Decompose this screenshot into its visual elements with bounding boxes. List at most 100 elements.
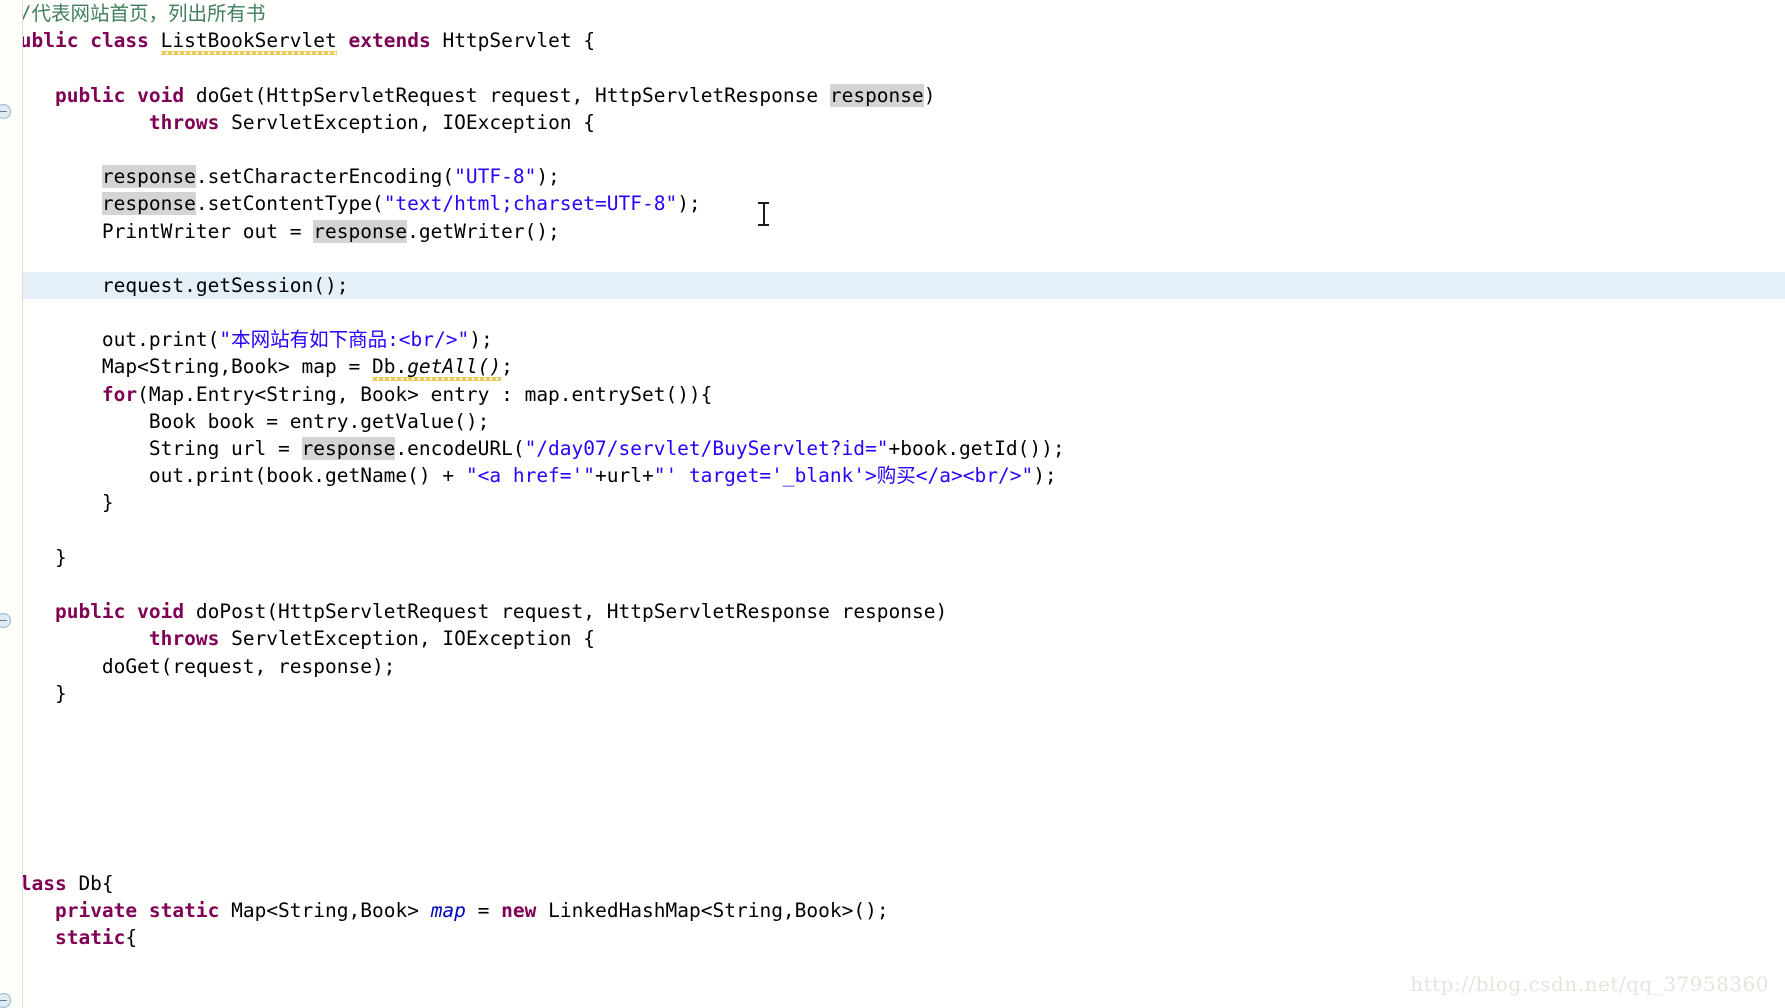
code-token: static <box>54 926 126 950</box>
code-line[interactable]: response.setCharacterEncoding("UTF-8"); <box>0 163 1785 190</box>
code-token: public <box>54 83 126 107</box>
code-line[interactable]: out.print("本网站有如下商品:<br/>"); <box>0 326 1785 353</box>
code-token: .setCharacterEncoding( <box>195 165 455 189</box>
code-line[interactable]: } <box>0 761 1785 788</box>
code-line[interactable]: private static Map<String,Book> map = ne… <box>0 897 1785 924</box>
code-token: "<a href='" <box>465 464 596 488</box>
code-line[interactable] <box>0 136 1785 163</box>
code-line[interactable]: public class ListBookServlet extends Htt… <box>0 27 1785 54</box>
code-token: "本网站有如下商品:<br/>" <box>219 328 470 352</box>
code-line[interactable]: //代表网站首页，列出所有书 <box>0 0 1785 27</box>
code-token: public <box>54 600 126 624</box>
code-token: //代表网站首页，列出所有书 <box>8 2 266 25</box>
fold-marker-dopost[interactable] <box>0 613 11 628</box>
code-line[interactable] <box>0 788 1785 815</box>
folding-gutter[interactable] <box>0 0 23 1008</box>
code-token: doGet(request, response); <box>8 654 396 678</box>
code-token: doPost(HttpServletRequest request, HttpS… <box>184 600 948 624</box>
warning-token: getAll() <box>407 355 502 381</box>
code-line[interactable]: } <box>0 489 1785 516</box>
code-token: out.print( <box>8 328 220 352</box>
code-token: LinkedHashMap<String,Book>(); <box>536 899 889 923</box>
code-line[interactable]: for(Map.Entry<String, Book> entry : map.… <box>0 381 1785 408</box>
code-token: map <box>430 899 466 923</box>
code-token: doGet(HttpServletRequest request, HttpSe… <box>184 83 830 107</box>
occurrence-highlight: response <box>313 219 408 243</box>
code-token: "text/html;charset=UTF-8" <box>383 192 678 216</box>
code-token: ); <box>677 192 701 216</box>
code-line[interactable]: throws ServletException, IOException { <box>0 625 1785 652</box>
warning-token: Db. <box>371 355 408 381</box>
code-token: private <box>54 899 138 923</box>
code-line[interactable]: class Db{ <box>0 870 1785 897</box>
code-token: } <box>8 491 114 515</box>
code-token: void <box>137 83 185 107</box>
code-token: +book.getId()); <box>888 437 1065 460</box>
code-line[interactable] <box>0 517 1785 544</box>
code-line[interactable]: throws ServletException, IOException { <box>0 109 1785 136</box>
code-line-current[interactable]: request.getSession(); <box>0 271 1785 300</box>
code-line[interactable] <box>0 843 1785 870</box>
code-token: new <box>501 899 537 923</box>
code-token: ) <box>923 83 936 107</box>
code-line[interactable] <box>0 299 1785 326</box>
code-token: static <box>148 899 220 923</box>
code-token: ; <box>501 355 513 379</box>
code-line[interactable] <box>0 707 1785 734</box>
code-token: throws <box>148 110 220 134</box>
code-line[interactable]: public void doPost(HttpServletRequest re… <box>0 598 1785 625</box>
code-token: ServletException, IOException { <box>219 110 596 134</box>
code-token: Db{ <box>66 872 114 895</box>
occurrence-highlight: response <box>301 437 396 460</box>
code-line[interactable]: } <box>0 544 1785 571</box>
code-token: { <box>125 926 138 950</box>
code-line[interactable] <box>0 54 1785 81</box>
code-line[interactable]: public void doGet(HttpServletRequest req… <box>0 82 1785 109</box>
code-line[interactable]: PrintWriter out = response.getWriter(); <box>0 218 1785 245</box>
code-token: .setContentType( <box>195 192 384 216</box>
watermark-url: http://blog.csdn.net/qq_37958360 <box>1410 972 1769 996</box>
code-line[interactable] <box>0 245 1785 272</box>
fold-marker-static[interactable] <box>0 993 11 1008</box>
code-line[interactable] <box>0 734 1785 761</box>
code-line[interactable] <box>0 571 1785 598</box>
code-line[interactable]: response.setContentType("text/html;chars… <box>0 190 1785 217</box>
code-token: HttpServlet { <box>442 29 596 53</box>
code-line[interactable] <box>0 816 1785 843</box>
code-line[interactable]: String url = response.encodeURL("/day07/… <box>0 435 1785 462</box>
code-token: void <box>137 600 185 624</box>
code-token: PrintWriter out = <box>8 219 314 243</box>
code-token: class <box>90 29 149 53</box>
code-line[interactable]: out.print(book.getName() + "<a href='"+u… <box>0 462 1785 489</box>
code-token: "/day07/servlet/BuyServlet?id=" <box>524 437 889 460</box>
code-text-area[interactable]: //代表网站首页，列出所有书 public class ListBookServl… <box>0 0 1785 1008</box>
code-token: for <box>101 382 138 406</box>
occurrence-highlight: response <box>101 192 196 216</box>
code-token: request.getSession(); <box>8 273 349 297</box>
fold-marker-doget[interactable] <box>0 104 11 119</box>
code-token: "' target='_blank'>购买</a><br/>" <box>653 464 1034 488</box>
code-token: +url+ <box>595 464 654 488</box>
warning-token: ListBookServlet <box>160 29 337 55</box>
code-line[interactable]: static{ <box>0 924 1785 951</box>
i-beam-cursor <box>758 202 769 226</box>
code-line[interactable]: doGet(request, response); <box>0 653 1785 680</box>
code-line[interactable]: Map<String,Book> map = Db.getAll(); <box>0 353 1785 380</box>
code-line[interactable]: } <box>0 680 1785 707</box>
code-token: (Map.Entry<String, Book> entry : map.ent… <box>137 382 713 406</box>
code-line[interactable]: Book book = entry.getValue(); <box>0 408 1785 435</box>
code-token: ServletException, IOException { <box>219 627 596 651</box>
code-token: "UTF-8" <box>454 165 537 189</box>
code-token: .getWriter(); <box>407 219 560 243</box>
code-editor[interactable]: //代表网站首页，列出所有书 public class ListBookServl… <box>0 0 1785 1008</box>
code-token: = <box>465 899 502 923</box>
code-token: out.print(book.getName() + <box>8 464 466 488</box>
